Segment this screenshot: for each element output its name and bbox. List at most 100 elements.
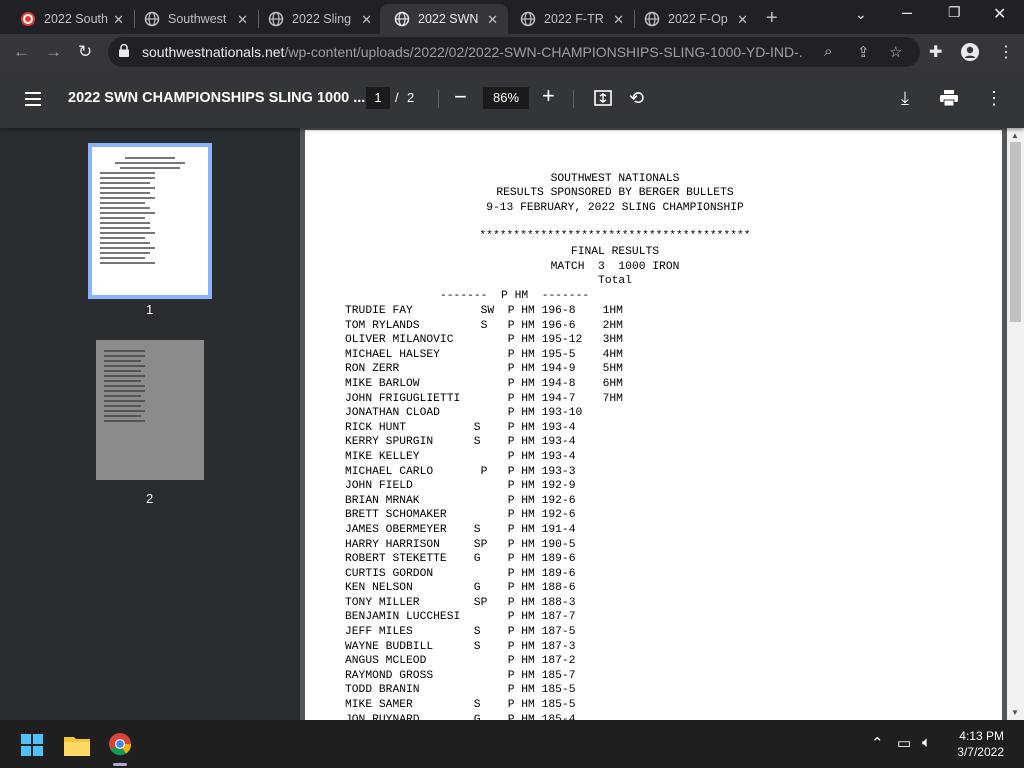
chrome-icon[interactable] bbox=[108, 732, 132, 756]
pdf-viewer[interactable]: SOUTHWEST NATIONALS RESULTS SPONSORED BY… bbox=[300, 128, 1024, 720]
bookmark-star-icon[interactable]: ☆ bbox=[889, 43, 902, 61]
target-icon bbox=[21, 12, 35, 26]
result-row: RICK HUNT S P HM 193-4 bbox=[345, 421, 576, 434]
zoom-out-button[interactable]: − bbox=[454, 84, 467, 110]
volume-icon[interactable]: 🔈︎ bbox=[922, 734, 931, 751]
result-row: JONATHAN CLOAD P HM 193-10 bbox=[345, 407, 583, 420]
scroll-up-icon[interactable]: ▲ bbox=[1011, 131, 1019, 140]
url-path: /wp-content/uploads/2022/02/2022-SWN-CHA… bbox=[284, 44, 802, 60]
doc-header-line: 9-13 FEBRUARY, 2022 SLING CHAMPIONSHIP bbox=[486, 202, 744, 214]
page-total: 2 bbox=[407, 90, 415, 105]
page-separator: / bbox=[395, 90, 399, 105]
doc-header-line: SOUTHWEST NATIONALS bbox=[550, 173, 680, 185]
close-window-button[interactable]: ✕ bbox=[993, 4, 1006, 24]
scrollbar-thumb[interactable] bbox=[1010, 142, 1021, 322]
tab-search-icon[interactable]: ⌄ bbox=[855, 6, 867, 23]
result-row: RAYMOND GROSS P HM 185-7 bbox=[345, 669, 576, 682]
thumbnail-preview bbox=[100, 157, 200, 267]
url-host: southwestnationals.net bbox=[142, 44, 285, 60]
network-icon[interactable]: ▭ bbox=[897, 734, 911, 752]
chevron-up-icon[interactable]: ⌃ bbox=[871, 734, 884, 752]
result-row: KERRY SPURGIN S P HM 193-4 bbox=[345, 436, 576, 449]
total-label: Total bbox=[598, 275, 632, 287]
tab-1[interactable]: Southwest ✕ bbox=[130, 4, 258, 34]
result-row: JEFF MILES S P HM 187-5 bbox=[345, 626, 576, 639]
match-heading: MATCH 3 1000 IRON bbox=[550, 261, 680, 273]
tab-4[interactable]: 2022 F-TR ✕ bbox=[506, 4, 634, 34]
share-icon[interactable]: ⇪ bbox=[857, 43, 870, 61]
thumbnail-label: 2 bbox=[146, 491, 154, 506]
fit-page-icon[interactable] bbox=[594, 90, 612, 106]
thumbnail-page-2[interactable] bbox=[96, 340, 204, 480]
result-row: OLIVER MILANOVIC P HM 195-12 3HM bbox=[345, 334, 623, 347]
thumbnail-preview bbox=[104, 350, 196, 425]
page-number-input[interactable]: 1 bbox=[366, 87, 390, 109]
reload-button[interactable]: ↻ bbox=[78, 42, 92, 62]
result-row: MICHAEL CARLO P P HM 193-3 bbox=[345, 465, 576, 478]
browser-toolbar: ← → ↻ southwestnationals.net/wp-content/… bbox=[0, 34, 1024, 70]
tab-strip: 2022 South ✕ Southwest ✕ 2022 Sling ✕ 20… bbox=[0, 0, 1024, 34]
result-row: TODD BRANIN P HM 185-5 bbox=[345, 684, 576, 697]
tab-title: Southwest bbox=[168, 12, 227, 26]
windows-start-icon[interactable] bbox=[21, 734, 43, 756]
menu-toggle-icon[interactable] bbox=[25, 92, 41, 110]
print-icon[interactable] bbox=[940, 90, 958, 106]
final-results-heading: FINAL RESULTS bbox=[570, 246, 660, 258]
pdf-page: SOUTHWEST NATIONALS RESULTS SPONSORED BY… bbox=[305, 130, 1002, 720]
tab-5[interactable]: 2022 F-Op ✕ bbox=[630, 4, 758, 34]
restore-button[interactable]: ❐ bbox=[948, 4, 961, 21]
globe-icon bbox=[394, 11, 410, 27]
address-bar[interactable]: southwestnationals.net/wp-content/upload… bbox=[108, 37, 920, 67]
toolbar-divider bbox=[438, 90, 439, 108]
close-icon[interactable]: ✕ bbox=[113, 12, 124, 28]
minimize-button[interactable]: – bbox=[902, 2, 912, 23]
result-row: KEN NELSON G P HM 188-6 bbox=[345, 582, 576, 595]
star-separator: **************************************** bbox=[479, 230, 751, 242]
forward-button[interactable]: → bbox=[45, 42, 62, 62]
download-icon[interactable]: ⤓ bbox=[901, 88, 909, 109]
result-row: CURTIS GORDON P HM 189-6 bbox=[345, 567, 576, 580]
result-row: TONY MILLER SP P HM 188-3 bbox=[345, 596, 576, 609]
close-icon[interactable]: ✕ bbox=[237, 12, 248, 28]
tab-title: 2022 SWN bbox=[418, 12, 479, 26]
globe-icon bbox=[144, 11, 160, 27]
lock-icon bbox=[119, 44, 129, 57]
file-explorer-icon[interactable] bbox=[64, 734, 90, 756]
result-row: JON RUYNARD G P HM 185-4 bbox=[345, 713, 576, 720]
url-text: southwestnationals.net/wp-content/upload… bbox=[142, 44, 802, 60]
zoom-level-input[interactable]: 86% bbox=[483, 87, 529, 109]
tab-title: 2022 Sling bbox=[292, 12, 352, 26]
rotate-icon[interactable]: ⟲ bbox=[629, 88, 644, 109]
close-icon[interactable]: ✕ bbox=[613, 12, 624, 28]
result-row: JOHN FIELD P HM 192-9 bbox=[345, 480, 576, 493]
scroll-down-icon[interactable]: ▼ bbox=[1011, 708, 1019, 717]
result-row: TOM RYLANDS S P HM 196-6 2HM bbox=[345, 319, 623, 332]
menu-icon[interactable]: ⋮ bbox=[998, 42, 1014, 62]
system-clock[interactable]: 4:13 PM 3/7/2022 bbox=[957, 728, 1004, 760]
toolbar-divider bbox=[573, 90, 574, 108]
thumbnail-page-1[interactable] bbox=[88, 143, 212, 299]
new-tab-button[interactable]: + bbox=[766, 7, 778, 30]
clock-time: 4:13 PM bbox=[959, 729, 1004, 743]
extensions-icon[interactable]: ✚ bbox=[929, 42, 942, 62]
result-row: MICHAEL HALSEY P HM 195-5 4HM bbox=[345, 348, 623, 361]
clock-date: 3/7/2022 bbox=[957, 745, 1004, 759]
results-table: TRUDIE FAY SW P HM 196-8 1HM TOM RYLANDS … bbox=[345, 304, 623, 720]
vertical-scrollbar[interactable]: ▲ ▼ bbox=[1007, 128, 1024, 720]
close-icon[interactable]: ✕ bbox=[487, 12, 498, 28]
close-icon[interactable]: ✕ bbox=[361, 12, 372, 28]
more-options-icon[interactable]: ⋮ bbox=[985, 88, 1003, 109]
close-icon[interactable]: ✕ bbox=[737, 12, 748, 28]
result-row: BENJAMIN LUCCHESI P HM 187-7 bbox=[345, 611, 576, 624]
zoom-in-button[interactable]: + bbox=[542, 83, 555, 109]
profile-icon[interactable] bbox=[960, 42, 980, 62]
zoom-icon[interactable]: ⌕ bbox=[824, 43, 832, 60]
active-app-indicator bbox=[113, 763, 127, 766]
tab-3-active[interactable]: 2022 SWN ✕ bbox=[380, 4, 508, 34]
globe-icon bbox=[644, 11, 660, 27]
tab-2[interactable]: 2022 Sling ✕ bbox=[254, 4, 382, 34]
column-header: ------- P HM ------- bbox=[440, 290, 590, 302]
tab-0[interactable]: 2022 South ✕ bbox=[6, 4, 134, 34]
tab-title: 2022 F-Op bbox=[668, 12, 728, 26]
back-button[interactable]: ← bbox=[13, 42, 30, 62]
